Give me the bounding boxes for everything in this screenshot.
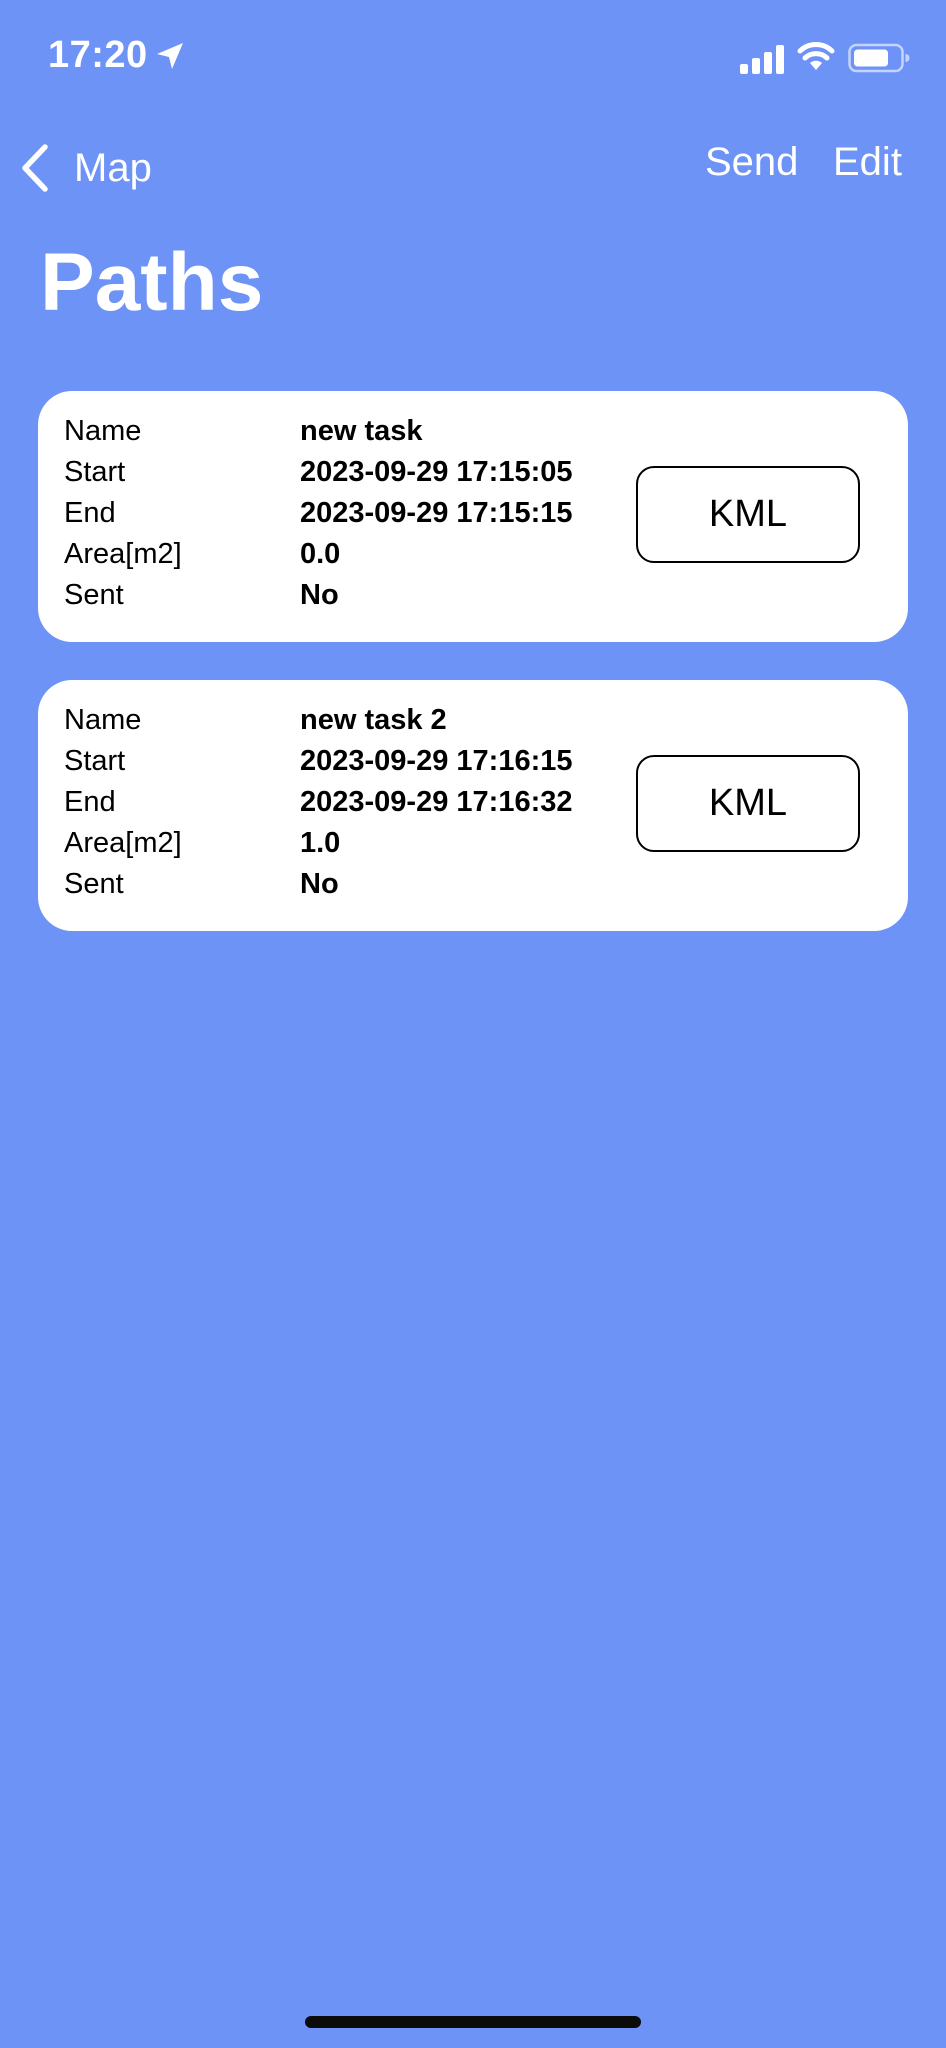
start-value: 2023-09-29 17:16:15 — [300, 745, 573, 777]
send-button[interactable]: Send — [705, 140, 798, 185]
name-label: Name — [64, 415, 142, 447]
end-label: End — [64, 497, 116, 529]
edit-button[interactable]: Edit — [833, 140, 902, 185]
sent-label: Sent — [64, 579, 124, 611]
sent-value: No — [300, 868, 339, 900]
sent-value: No — [300, 579, 339, 611]
area-value: 1.0 — [300, 827, 341, 859]
cellular-signal-icon — [740, 45, 784, 74]
end-value: 2023-09-29 17:15:15 — [300, 497, 573, 529]
back-button-label: Map — [74, 145, 152, 190]
location-arrow-icon — [157, 43, 183, 69]
page-title: Paths — [40, 237, 264, 328]
start-label: Start — [64, 745, 126, 777]
path-card: Name new task Start 2023-09-29 17:15:05 … — [38, 391, 908, 642]
area-label: Area[m2] — [64, 827, 182, 859]
wifi-icon — [797, 42, 835, 70]
end-label: End — [64, 786, 116, 818]
start-value: 2023-09-29 17:15:05 — [300, 456, 573, 488]
chevron-left-icon — [22, 144, 48, 192]
status-bar: 17:20 — [0, 0, 946, 116]
path-list: Name new task Start 2023-09-29 17:15:05 … — [38, 391, 908, 969]
end-value: 2023-09-29 17:16:32 — [300, 786, 573, 818]
status-time: 17:20 — [48, 34, 148, 76]
name-value: new task — [300, 415, 423, 447]
area-value: 0.0 — [300, 538, 341, 570]
home-indicator[interactable] — [305, 2016, 641, 2028]
kml-button[interactable]: KML — [636, 755, 860, 852]
battery-icon — [848, 43, 910, 73]
sent-label: Sent — [64, 868, 124, 900]
path-card: Name new task 2 Start 2023-09-29 17:16:1… — [38, 680, 908, 931]
start-label: Start — [64, 456, 126, 488]
name-value: new task 2 — [300, 704, 447, 736]
area-label: Area[m2] — [64, 538, 182, 570]
name-label: Name — [64, 704, 142, 736]
back-button[interactable]: Map — [18, 138, 152, 198]
kml-button[interactable]: KML — [636, 466, 860, 563]
